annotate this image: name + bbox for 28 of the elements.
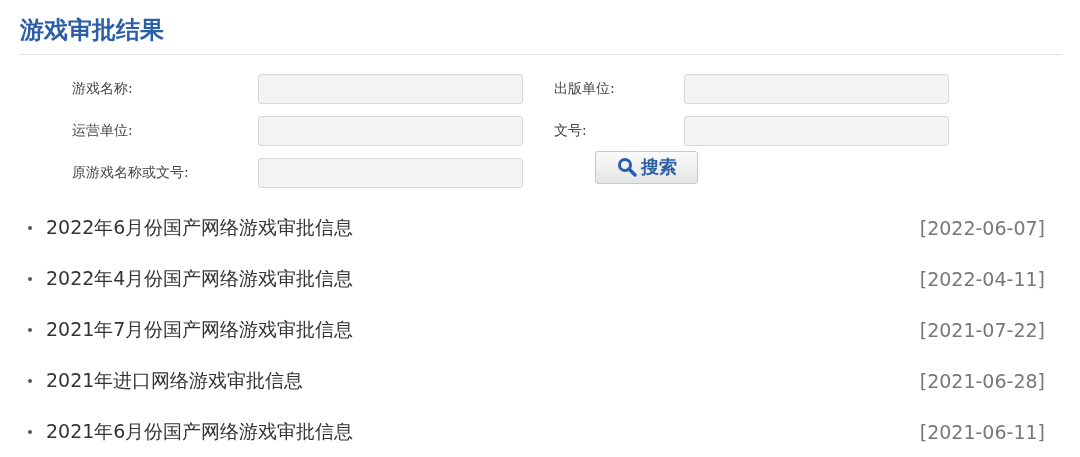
bullet-icon (28, 225, 32, 230)
date-text: [2021-06-28] (919, 369, 1045, 392)
bullet-icon (28, 429, 32, 434)
bullet-icon (28, 378, 32, 383)
date-text: [2022-06-07] (919, 216, 1045, 239)
input-field[interactable] (684, 74, 949, 104)
date-text: [2022-04-11] (919, 267, 1045, 290)
input-field[interactable] (258, 158, 523, 188)
news-link[interactable]: 2022年6月份国产网络游戏审批信息 (46, 214, 920, 241)
date-text: [2021-07-22] (919, 318, 1045, 341)
bullet-icon (28, 276, 32, 281)
input-field[interactable] (684, 116, 949, 146)
news-link[interactable]: 2021年进口网络游戏审批信息 (46, 367, 920, 394)
input-field[interactable] (258, 74, 523, 104)
field-label: 文号: (553, 122, 588, 140)
page-title: 游戏审批结果 (20, 15, 164, 46)
input-field[interactable] (258, 116, 523, 146)
news-link[interactable]: 2022年4月份国产网络游戏审批信息 (46, 265, 920, 292)
search-icon (616, 157, 637, 177)
field-label: 出版单位: (553, 80, 616, 98)
bullet-icon (28, 327, 32, 332)
date-text: [2021-06-11] (919, 420, 1045, 443)
search-button[interactable]: 搜索 (595, 150, 698, 184)
news-link[interactable]: 2021年7月份国产网络游戏审批信息 (46, 316, 920, 343)
field-label: 原游戏名称或文号: (72, 164, 190, 182)
news-link[interactable]: 2021年6月份国产网络游戏审批信息 (46, 418, 920, 445)
field-label: 运营单位: (72, 122, 134, 140)
field-label: 游戏名称: (72, 80, 134, 98)
